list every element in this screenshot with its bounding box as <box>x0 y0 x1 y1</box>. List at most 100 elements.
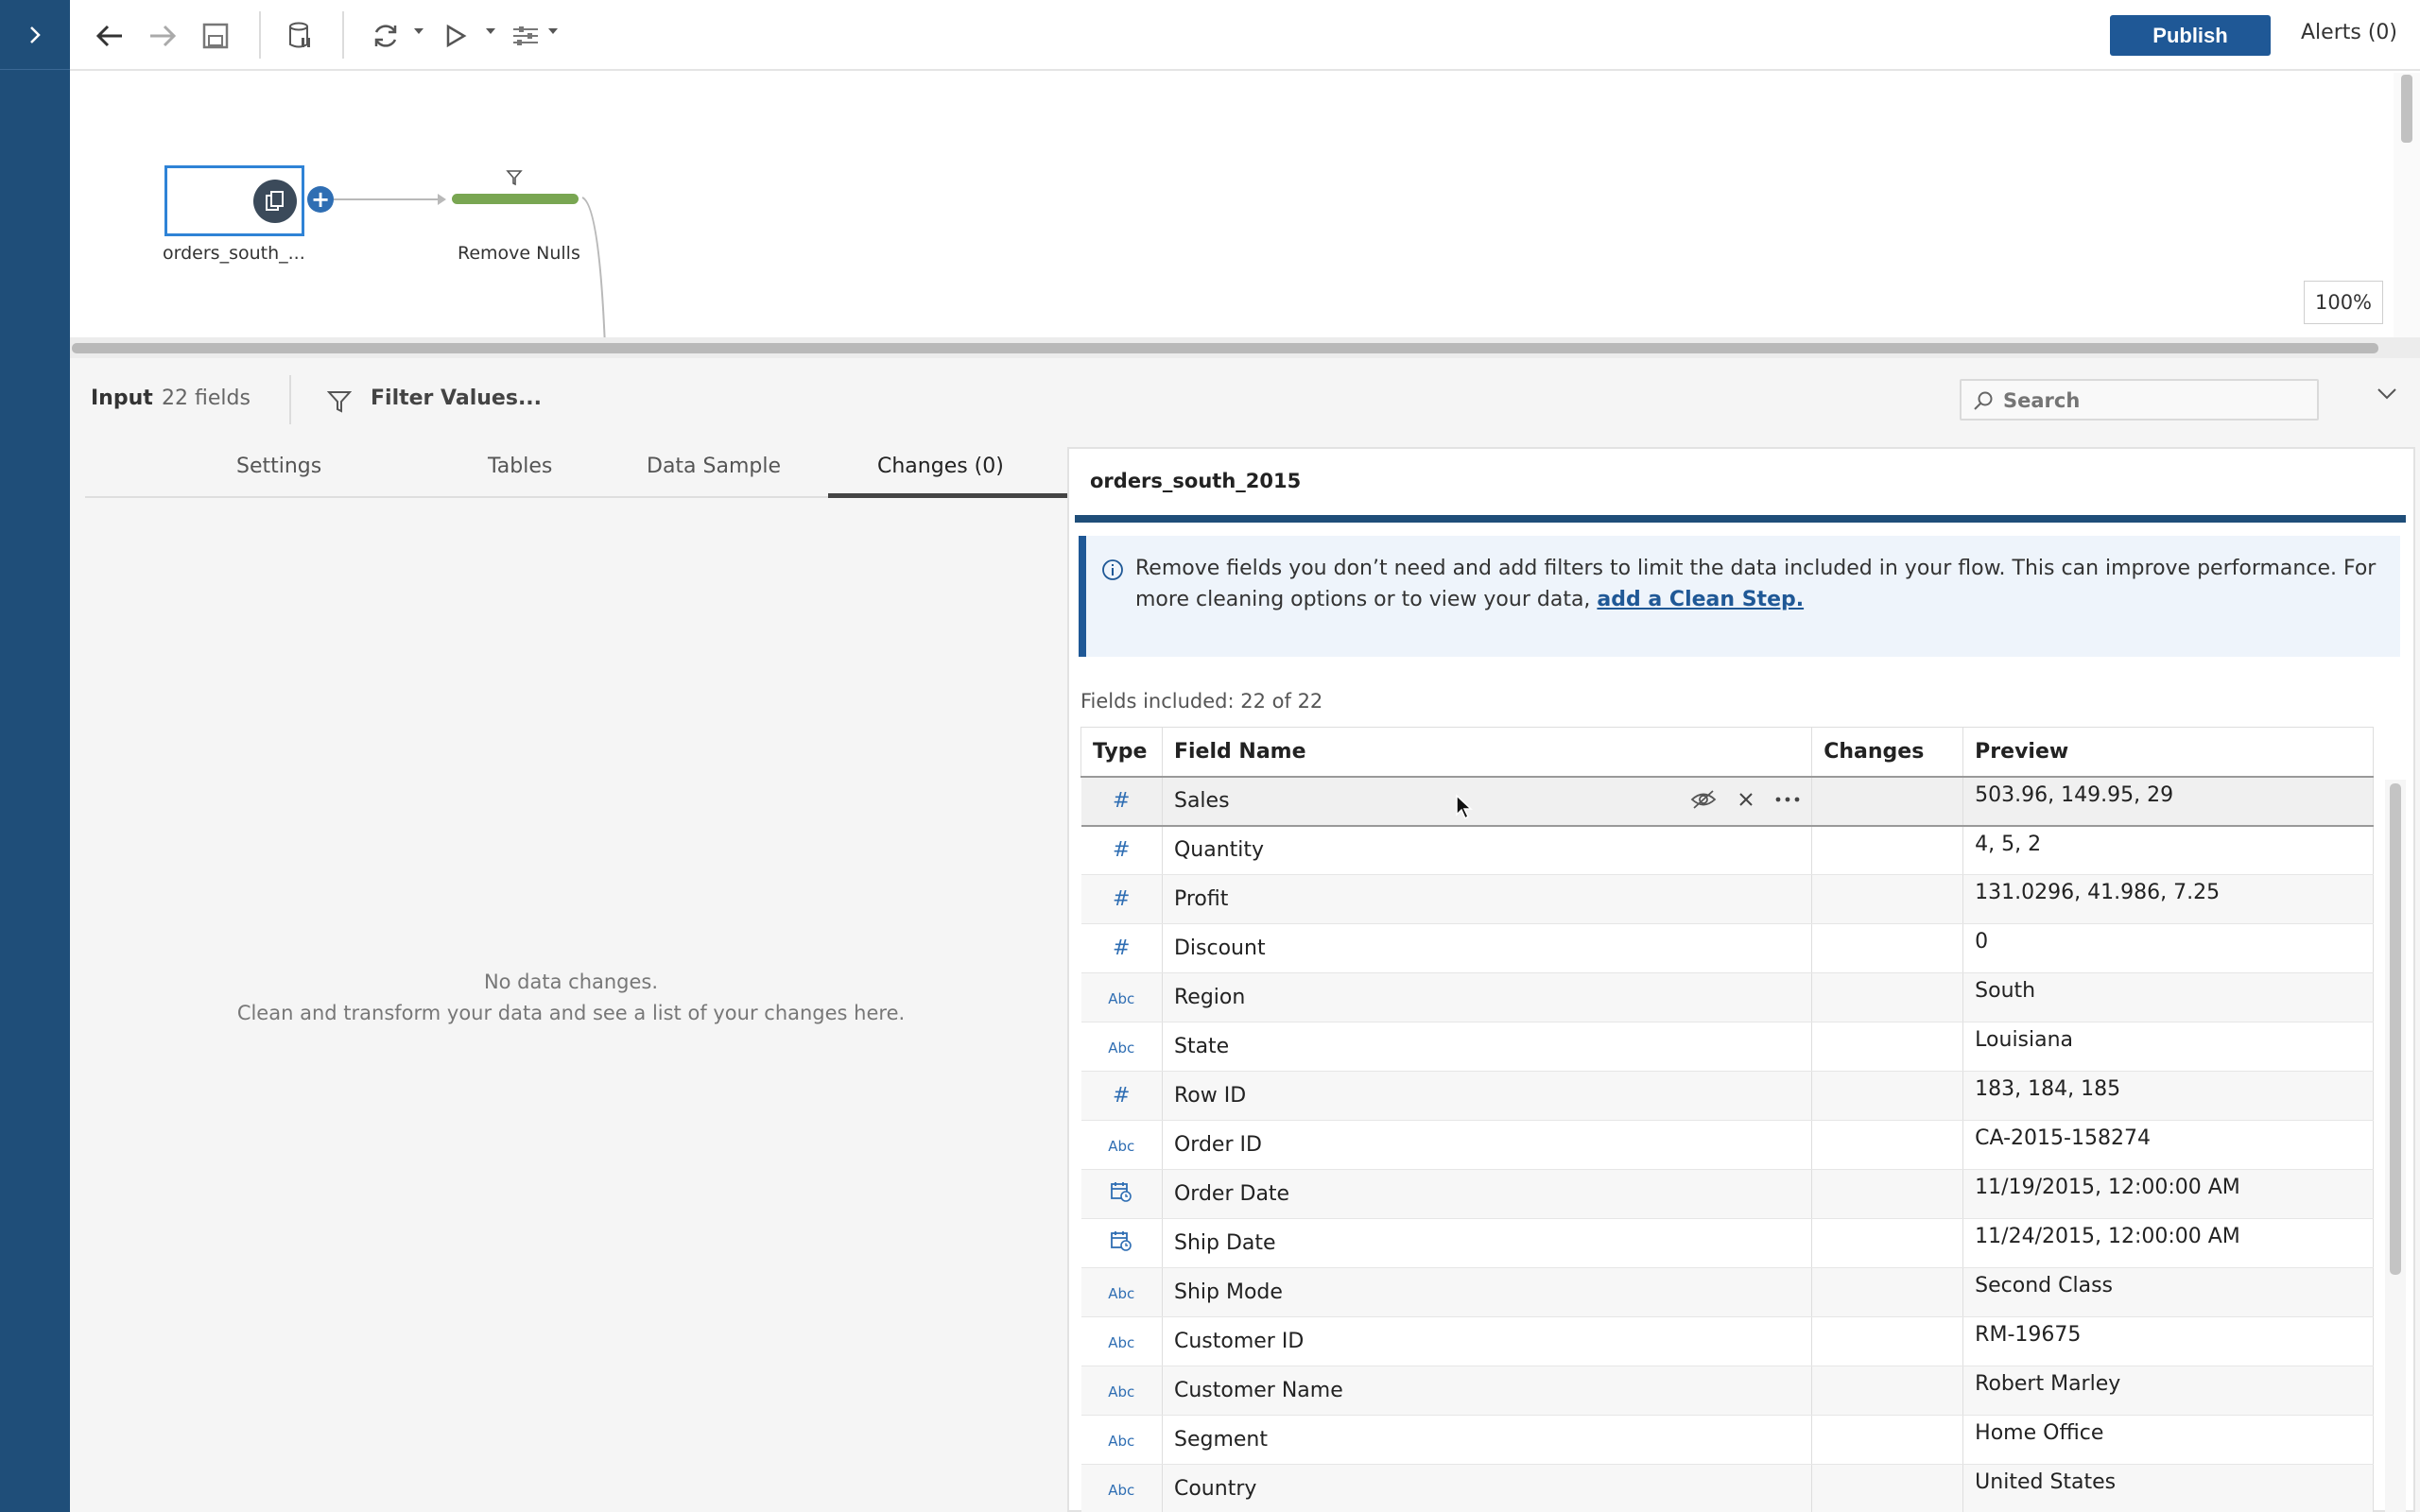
search-input[interactable] <box>2003 388 2306 413</box>
column-header-preview[interactable]: Preview <box>1962 727 2374 777</box>
tab-settings[interactable]: Settings <box>236 455 321 478</box>
table-row[interactable]: Abc Segment Home Office <box>1080 1415 2374 1465</box>
filter-icon <box>506 169 523 190</box>
field-type-cell[interactable]: Abc <box>1080 1464 1163 1512</box>
field-type-cell[interactable]: Abc <box>1080 1366 1163 1416</box>
field-name-cell[interactable]: Order ID <box>1162 1120 1813 1170</box>
tab-data-sample[interactable]: Data Sample <box>647 455 781 478</box>
search-field[interactable] <box>1960 379 2319 421</box>
field-name-cell[interactable]: Region <box>1162 972 1813 1022</box>
field-name: Discount <box>1173 936 1266 960</box>
field-name-cell[interactable]: Segment <box>1162 1415 1813 1465</box>
add-clean-step-link[interactable]: add a Clean Step. <box>1597 588 1804 611</box>
table-row[interactable]: Abc State Louisiana <box>1080 1022 2374 1072</box>
field-type-cell[interactable] <box>1080 1169 1163 1219</box>
filter-values-button[interactable]: Filter Values... <box>371 387 542 410</box>
back-button[interactable] <box>91 17 129 55</box>
column-header-changes[interactable]: Changes <box>1811 727 1964 777</box>
table-row[interactable]: Abc Customer ID RM-19675 <box>1080 1316 2374 1366</box>
field-type-cell[interactable]: # <box>1080 775 1163 827</box>
table-row[interactable]: # Profit 131.0296, 41.986, 7.25 <box>1080 874 2374 924</box>
column-header-type[interactable]: Type <box>1080 727 1163 777</box>
field-type-cell[interactable]: # <box>1080 1071 1163 1121</box>
table-row[interactable]: Abc Country United States <box>1080 1464 2374 1512</box>
field-type-cell[interactable]: Abc <box>1080 1120 1163 1170</box>
refresh-dropdown-caret[interactable] <box>414 28 424 34</box>
clean-step-node[interactable] <box>452 194 579 204</box>
expand-panel-button[interactable] <box>0 0 70 70</box>
field-type-cell[interactable]: Abc <box>1080 1267 1163 1317</box>
table-row[interactable]: Abc Ship Mode Second Class <box>1080 1267 2374 1317</box>
table-row[interactable]: Abc Order ID CA-2015-158274 <box>1080 1120 2374 1170</box>
flow-options-button[interactable] <box>507 17 544 55</box>
field-name: Customer Name <box>1173 1379 1343 1402</box>
field-type-cell[interactable]: # <box>1080 825 1163 875</box>
string-type-icon: Abc <box>1108 1482 1135 1499</box>
field-type-cell[interactable]: Abc <box>1080 1316 1163 1366</box>
field-name-cell[interactable]: Ship Mode <box>1162 1267 1813 1317</box>
field-name-cell[interactable]: Customer ID <box>1162 1316 1813 1366</box>
field-type-cell[interactable]: # <box>1080 923 1163 973</box>
refresh-button[interactable] <box>367 17 405 55</box>
more-options-icon[interactable] <box>1775 796 1800 803</box>
canvas-vertical-scrollbar[interactable] <box>2394 73 2420 337</box>
options-dropdown-caret[interactable] <box>548 28 558 34</box>
field-name-cell[interactable]: Country <box>1162 1464 1813 1512</box>
forward-button[interactable] <box>144 17 182 55</box>
field-changes-cell <box>1811 825 1964 875</box>
empty-state: No data changes. Clean and transform you… <box>70 967 1072 1029</box>
run-dropdown-caret[interactable] <box>486 28 495 34</box>
table-row[interactable]: Abc Region South <box>1080 972 2374 1022</box>
header-separator <box>289 375 291 424</box>
input-node-label[interactable]: orders_south_... <box>163 243 305 264</box>
table-row[interactable]: Ship Date 11/24/2015, 12:00:00 AM <box>1080 1218 2374 1268</box>
field-type-cell[interactable]: Abc <box>1080 1022 1163 1072</box>
flow-canvas[interactable]: + orders_south_... Remove Nulls <box>70 73 2390 337</box>
data-source-button[interactable] <box>282 17 320 55</box>
collapse-panel-button[interactable] <box>2377 387 2397 404</box>
zoom-level[interactable]: 100% <box>2304 281 2383 324</box>
field-type-cell[interactable] <box>1080 1218 1163 1268</box>
table-row[interactable]: Abc Customer Name Robert Marley <box>1080 1366 2374 1416</box>
table-row[interactable]: # Discount 0 <box>1080 923 2374 973</box>
table-vertical-scrollbar[interactable] <box>2385 780 2406 1512</box>
table-row[interactable]: Order Date 11/19/2015, 12:00:00 AM <box>1080 1169 2374 1219</box>
column-header-field-name[interactable]: Field Name <box>1161 727 1813 777</box>
save-button[interactable] <box>197 17 234 55</box>
publish-button[interactable]: Publish <box>2110 15 2271 56</box>
field-changes-cell <box>1811 972 1964 1022</box>
add-step-button[interactable]: + <box>307 186 334 213</box>
tab-tables[interactable]: Tables <box>488 455 552 478</box>
field-name-cell[interactable]: Row ID <box>1162 1071 1813 1121</box>
field-name: Segment <box>1173 1428 1268 1452</box>
field-name-cell[interactable]: Profit <box>1162 874 1813 924</box>
hide-field-icon[interactable] <box>1690 789 1717 810</box>
run-flow-button[interactable] <box>437 17 475 55</box>
flow-connector <box>334 198 443 200</box>
field-name-cell[interactable]: Ship Date <box>1162 1218 1813 1268</box>
table-row[interactable]: # Sales 503.96, 149.95, 29 <box>1080 775 2374 827</box>
field-type-cell[interactable]: # <box>1080 874 1163 924</box>
field-changes-cell <box>1811 1464 1964 1512</box>
field-name-cell[interactable]: Customer Name <box>1162 1366 1813 1416</box>
field-changes-cell <box>1811 874 1964 924</box>
remove-field-icon[interactable] <box>1737 791 1754 808</box>
string-type-icon: Abc <box>1108 1433 1135 1450</box>
arrow-right-icon <box>150 25 177 47</box>
field-name-cell[interactable]: State <box>1162 1022 1813 1072</box>
table-row[interactable]: # Row ID 183, 184, 185 <box>1080 1071 2374 1121</box>
field-name-cell[interactable]: Order Date <box>1162 1169 1813 1219</box>
canvas-horizontal-scrollbar[interactable] <box>70 337 2420 358</box>
field-type-cell[interactable]: Abc <box>1080 1415 1163 1465</box>
tab-changes[interactable]: Changes (0) <box>877 455 1004 478</box>
table-row[interactable]: # Quantity 4, 5, 2 <box>1080 825 2374 875</box>
number-type-icon: # <box>1113 1084 1131 1108</box>
field-name-cell[interactable]: Sales <box>1162 775 1813 827</box>
clean-node-label[interactable]: Remove Nulls <box>458 243 580 264</box>
field-name-cell[interactable]: Quantity <box>1162 825 1813 875</box>
number-type-icon: # <box>1113 838 1131 863</box>
field-name-cell[interactable]: Discount <box>1162 923 1813 973</box>
field-type-cell[interactable]: Abc <box>1080 972 1163 1022</box>
alerts-link[interactable]: Alerts (0) <box>2301 21 2397 44</box>
refresh-icon <box>374 25 397 47</box>
